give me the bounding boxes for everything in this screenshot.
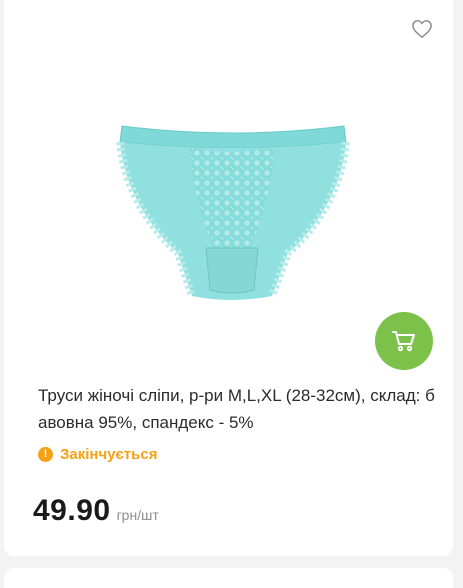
next-product-card[interactable] (4, 568, 453, 588)
warning-circle-icon: ! (38, 446, 53, 462)
product-image[interactable] (112, 118, 352, 308)
heart-outline-icon (412, 20, 432, 38)
shopping-cart-icon (392, 331, 415, 352)
product-card[interactable]: Труси жіночі сліпи, р-ри M,L,XL (28-32см… (4, 0, 453, 556)
add-to-cart-button[interactable] (375, 312, 433, 370)
product-title[interactable]: Труси жіночі сліпи, р-ри M,L,XL (28-32см… (38, 382, 438, 436)
price-block: 49.90 грн/шт (33, 494, 159, 528)
stock-status: ! Закінчується (38, 444, 157, 464)
favorite-button[interactable] (409, 16, 435, 42)
price-value: 49.90 (33, 494, 111, 527)
stock-status-label: Закінчується (60, 445, 158, 463)
price-unit: грн/шт (116, 507, 159, 523)
